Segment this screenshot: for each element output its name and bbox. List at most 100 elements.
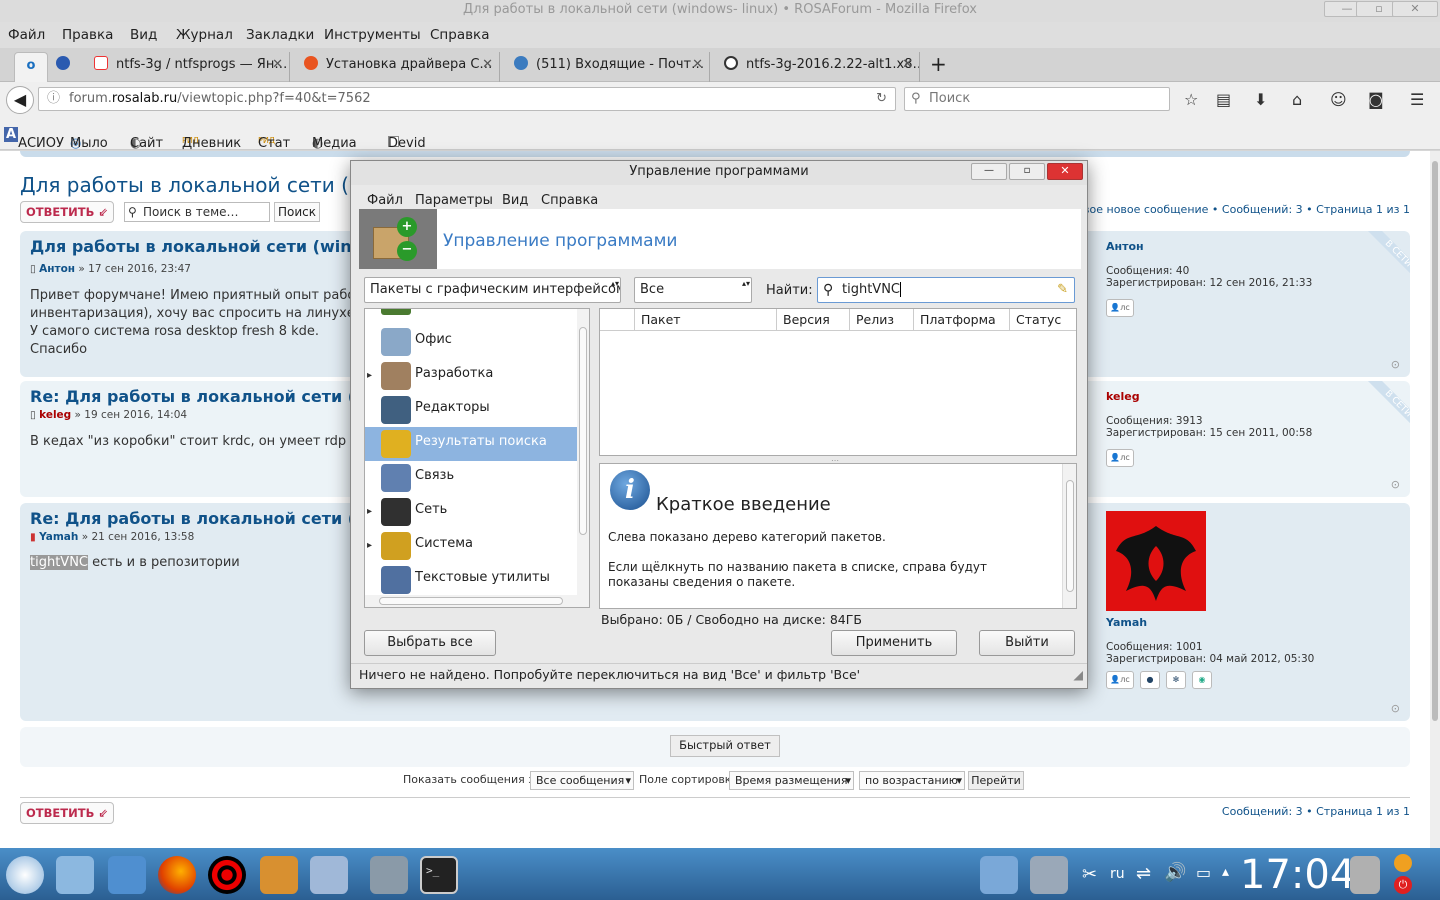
dialog-maximize-button[interactable]: ▫ — [1009, 163, 1045, 180]
resize-grip-icon[interactable]: ◢ — [1073, 664, 1083, 686]
download-icon[interactable]: ⬇ — [1254, 90, 1267, 109]
tab-driver[interactable]: Установка драйвера С… ✕ — [300, 52, 500, 82]
menu-view[interactable]: Вид — [130, 27, 157, 43]
package-manager-tray-icon[interactable] — [1030, 856, 1068, 894]
display-icon[interactable]: ▭ — [1196, 863, 1211, 882]
pagination-bottom[interactable]: Сообщений: 3 • Страница 1 из 1 — [1222, 805, 1410, 818]
back-button[interactable]: ◀ — [6, 86, 34, 114]
status-filter-select[interactable]: Все — [634, 277, 752, 303]
expand-arrow-icon[interactable]: ▸ — [367, 531, 372, 561]
tree-vscroll[interactable] — [577, 309, 589, 595]
menu-bookmarks[interactable]: Закладки — [246, 27, 314, 43]
tree-item[interactable]: ▸ Система — [367, 529, 577, 563]
col-release[interactable]: Релиз — [849, 309, 913, 331]
bookmark-asiou[interactable]: A АСИОУ — [4, 127, 64, 151]
trash-icon[interactable] — [1350, 856, 1380, 894]
reload-icon[interactable]: ↻ — [876, 88, 887, 110]
info-scrollbar[interactable] — [1062, 464, 1076, 608]
home-icon[interactable]: ⌂ — [1292, 90, 1302, 109]
keyboard-layout[interactable]: ru — [1110, 866, 1125, 882]
pm-button[interactable]: 👤лс — [1106, 671, 1134, 689]
reading-list-icon[interactable]: ▤ — [1216, 90, 1231, 109]
col-version[interactable]: Версия — [776, 309, 849, 331]
pm-button[interactable]: 👤лс — [1106, 449, 1134, 467]
menu-help[interactable]: Справка — [430, 27, 489, 43]
power-icon[interactable]: ⏻ — [1394, 876, 1412, 894]
tab-ntfs-rpm[interactable]: ntfs-3g-2016.2.22-alt1.x8… ✕ — [720, 52, 920, 82]
package-type-select[interactable]: Пакеты с графическим интерфейсом — [364, 277, 621, 303]
topic-search-input[interactable]: ⚲ Поиск в теме… — [124, 202, 270, 222]
reply-button-bottom[interactable]: ОТВЕТИТЬ ⇙ — [20, 802, 114, 824]
find-input[interactable]: ⚲ tightVNC ✎ — [817, 277, 1075, 303]
pm-button[interactable]: 👤лс — [1106, 299, 1134, 317]
volume-icon[interactable]: 🔊 — [1164, 862, 1186, 883]
icq-icon[interactable]: ◉ — [1192, 671, 1212, 689]
bookmark-star-icon[interactable]: ☆ — [1184, 90, 1198, 109]
order-select[interactable]: по возрастанию ▾ — [859, 771, 965, 790]
expand-arrow-icon[interactable]: ▸ — [367, 497, 372, 527]
page-scrollbar[interactable] — [1430, 151, 1440, 848]
menu-edit[interactable]: Правка — [62, 27, 113, 43]
menu-file[interactable]: Файл — [8, 27, 45, 43]
terminal-icon[interactable]: >_ — [420, 856, 458, 894]
tree-item[interactable]: Результаты поиска (нет) — [365, 427, 579, 479]
dialog-menu-view[interactable]: Вид — [502, 193, 528, 208]
col-status[interactable]: Статус — [1009, 309, 1076, 331]
jabber-icon[interactable]: ✻ — [1166, 671, 1186, 689]
scissors-icon[interactable]: ✂ — [1082, 864, 1097, 885]
top-arrow-icon[interactable]: ⊙ — [1391, 358, 1400, 371]
dialog-minimize-button[interactable]: — — [971, 163, 1007, 180]
start-menu-icon[interactable] — [6, 856, 44, 894]
tree-item[interactable]: Офис — [377, 325, 577, 359]
file-manager-icon[interactable] — [56, 856, 94, 894]
archive-icon[interactable] — [260, 856, 298, 894]
menu-tools[interactable]: Инструменты — [324, 27, 421, 43]
close-tab-icon[interactable]: ✕ — [692, 52, 703, 78]
new-tab-button[interactable]: + — [930, 52, 954, 82]
top-arrow-icon[interactable]: ⊙ — [1391, 478, 1400, 491]
tree-hscroll[interactable] — [365, 595, 589, 607]
dialog-menu-help[interactable]: Справка — [541, 193, 598, 208]
dialog-menu-params[interactable]: Параметры — [415, 193, 493, 208]
quit-button[interactable]: Выйти — [979, 630, 1075, 656]
clock[interactable]: 17:04 — [1240, 852, 1355, 898]
tree-item[interactable]: ▸ Разработка — [367, 359, 577, 393]
menu-history[interactable]: Журнал — [176, 27, 233, 43]
url-bar[interactable]: ⓘ forum.rosalab.ru/viewtopic.php?f=40&t=… — [38, 87, 896, 111]
tab-active-rosa[interactable]: o — [14, 52, 48, 82]
reply-button-top[interactable]: ОТВЕТИТЬ ⇙ — [20, 201, 114, 223]
firefox-icon[interactable] — [158, 856, 196, 894]
close-tab-icon[interactable]: ✕ — [272, 52, 283, 78]
tree-item[interactable]: Связь — [377, 461, 577, 495]
expand-arrow-icon[interactable]: ▸ — [367, 361, 372, 391]
tab-mail[interactable]: (511) Входящие - Почт… ✕ — [510, 52, 710, 82]
col-platform[interactable]: Платформа — [913, 309, 1009, 331]
close-tab-icon[interactable]: ✕ — [482, 52, 493, 78]
target-app-icon[interactable] — [208, 856, 246, 894]
dialog-close-button[interactable]: ✕ — [1047, 163, 1083, 180]
top-arrow-icon[interactable]: ⊙ — [1391, 702, 1400, 715]
tab-pinned[interactable] — [56, 52, 78, 82]
dialog-menu-file[interactable]: Файл — [367, 193, 403, 208]
close-tab-icon[interactable]: ✕ — [902, 52, 913, 78]
clear-icon[interactable]: ✎ — [1057, 278, 1068, 302]
apply-button[interactable]: Применить — [831, 630, 957, 656]
quick-reply-button[interactable]: Быстрый ответ — [670, 735, 780, 757]
pagination-top[interactable]: Первое новое сообщение • Сообщений: 3 • … — [1061, 203, 1410, 216]
col-package[interactable]: Пакет — [634, 309, 776, 331]
tray-expand-icon[interactable]: ▴ — [1222, 864, 1229, 880]
chat-icon[interactable]: ☺ — [1330, 90, 1347, 109]
topic-search-button[interactable]: Поиск — [274, 202, 320, 222]
tree-item[interactable]: Текстовые утилиты — [377, 563, 577, 597]
close-button[interactable]: ✕ — [1392, 1, 1438, 17]
tree-item[interactable]: ▸ Сеть — [367, 495, 577, 529]
go-button[interactable]: Перейти — [968, 771, 1024, 790]
lock-icon[interactable] — [1394, 854, 1412, 872]
pocket-icon[interactable]: ◙ — [1368, 90, 1384, 109]
select-all-button[interactable]: Выбрать все — [364, 630, 496, 656]
scanner-icon[interactable] — [310, 856, 348, 894]
show-posts-select[interactable]: Все сообщения ▾ — [530, 771, 634, 790]
notes-icon[interactable] — [108, 856, 146, 894]
tree-item[interactable]: Редакторы — [377, 393, 577, 427]
storage-icon[interactable] — [980, 856, 1018, 894]
